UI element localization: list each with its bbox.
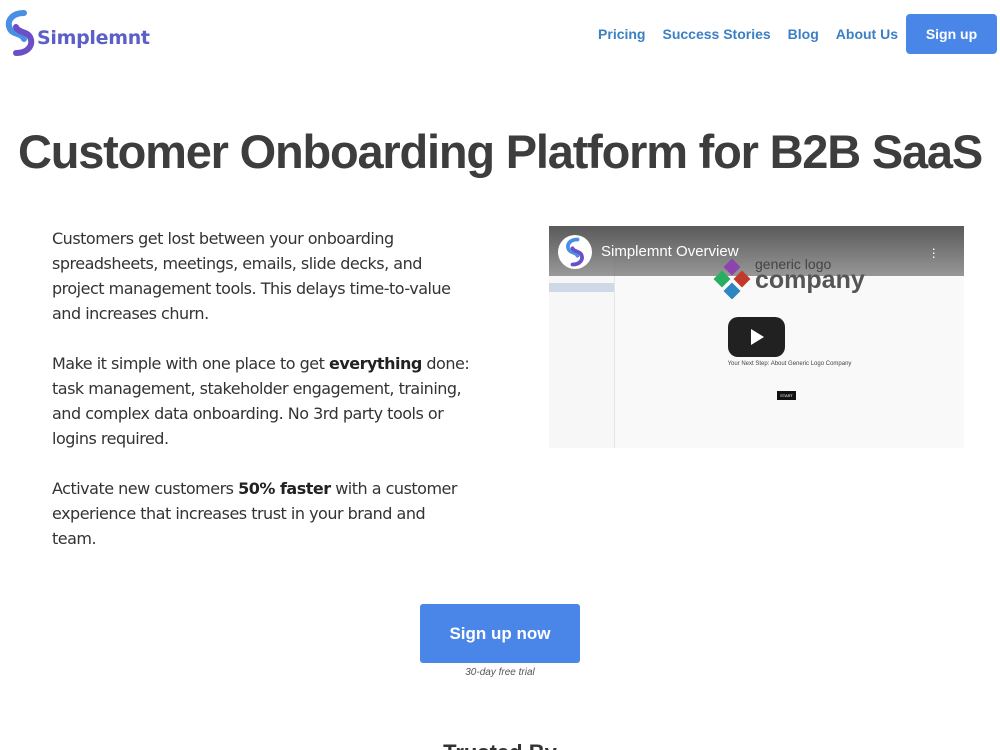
- generic-logo-icon: [713, 259, 751, 299]
- generic-logo-text: generic logo company: [755, 256, 865, 294]
- brand-name: Simplemnt: [37, 27, 150, 49]
- nav-blog[interactable]: Blog: [788, 26, 819, 42]
- simplemnt-logo-icon: [2, 9, 38, 57]
- play-icon: [750, 329, 764, 345]
- hero-copy: Customers get lost between your onboardi…: [52, 226, 472, 576]
- video-title[interactable]: Simplemnt Overview: [601, 243, 739, 260]
- channel-avatar[interactable]: [558, 235, 592, 269]
- video-next-step-text: Your Next Step: About Generic Logo Compa…: [727, 361, 852, 367]
- nav-success-stories[interactable]: Success Stories: [663, 26, 771, 42]
- main-nav: Pricing Success Stories Blog About Us Si…: [598, 14, 997, 54]
- copy-paragraph-1: Customers get lost between your onboardi…: [52, 229, 451, 323]
- nav-pricing[interactable]: Pricing: [598, 26, 645, 42]
- site-header: Simplemnt Pricing Success Stories Blog A…: [0, 0, 1000, 66]
- copy-paragraph-3: Activate new customers 50% faster with a…: [52, 479, 457, 548]
- signup-now-button[interactable]: Sign up now: [420, 604, 580, 663]
- more-options-icon[interactable]: · · ·: [931, 241, 936, 263]
- video-start-button: START: [777, 391, 796, 400]
- free-trial-note: 30-day free trial: [465, 667, 535, 678]
- brand-logo[interactable]: Simplemnt: [2, 9, 150, 57]
- video-player[interactable]: Simplemnt Overview · · · generic logo comp…: [549, 226, 964, 448]
- copy-paragraph-2: Make it simple with one place to get eve…: [52, 354, 470, 448]
- play-button[interactable]: [728, 317, 785, 357]
- section-heading: Trusted By: [0, 740, 1000, 750]
- nav-about-us[interactable]: About Us: [836, 26, 898, 42]
- video-thumbnail-sidebar: [549, 256, 615, 448]
- page-title: Customer Onboarding Platform for B2B Saa…: [17, 125, 983, 178]
- signup-button[interactable]: Sign up: [906, 14, 997, 54]
